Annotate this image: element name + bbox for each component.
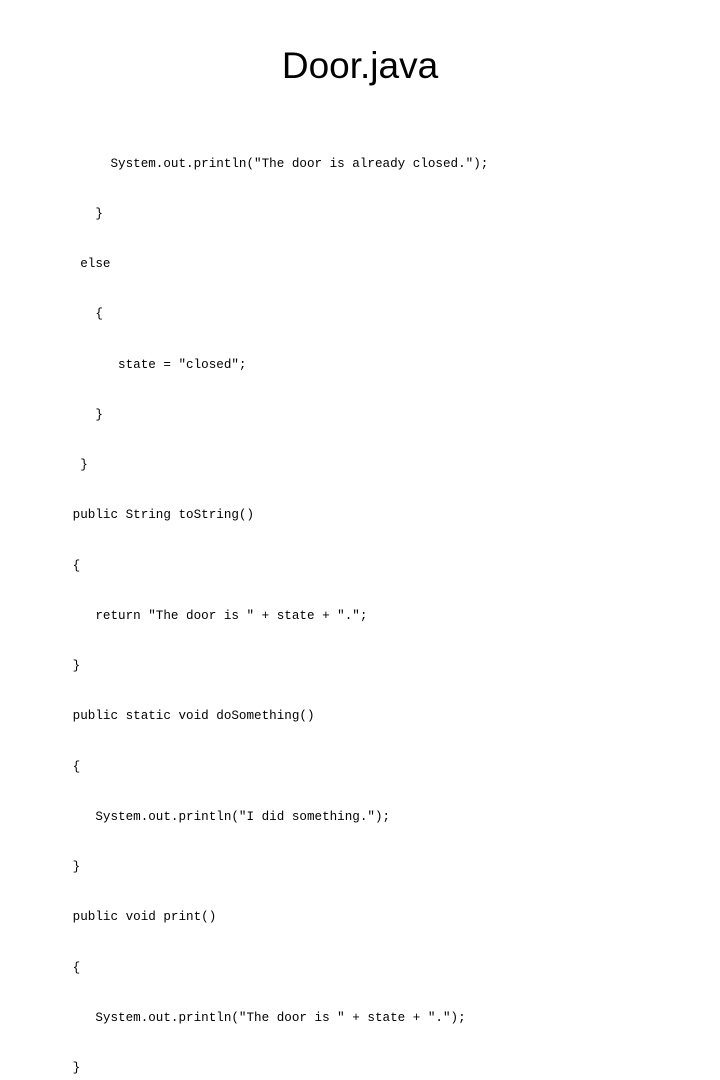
code-line: public void print()	[50, 910, 217, 925]
code-line: public String toString()	[50, 508, 255, 523]
code-line: }	[50, 659, 81, 673]
code-listing: System.out.println("The door is already …	[50, 122, 690, 1080]
code-line: }	[50, 860, 81, 874]
code-line: }	[50, 458, 88, 472]
code-line: System.out.println("I did something.");	[50, 809, 391, 824]
code-line: {	[50, 307, 103, 322]
code-line: }	[50, 206, 103, 221]
code-line: public static void doSomething()	[50, 709, 315, 724]
code-line: System.out.println("The door is already …	[50, 156, 489, 171]
code-line: state = "closed";	[50, 357, 247, 372]
code-line: else	[50, 257, 111, 271]
page-title: Door.java	[281, 45, 439, 86]
code-line: }	[50, 1061, 81, 1075]
code-line: {	[50, 759, 81, 774]
code-line: return "The door is " + state + ".";	[50, 608, 368, 623]
slide-canvas: Door.java System.out.println("The door i…	[0, 0, 720, 1075]
code-line: {	[50, 558, 81, 573]
code-line: }	[50, 407, 103, 422]
code-line: {	[50, 960, 81, 975]
code-line: System.out.println("The door is " + stat…	[50, 1010, 466, 1025]
